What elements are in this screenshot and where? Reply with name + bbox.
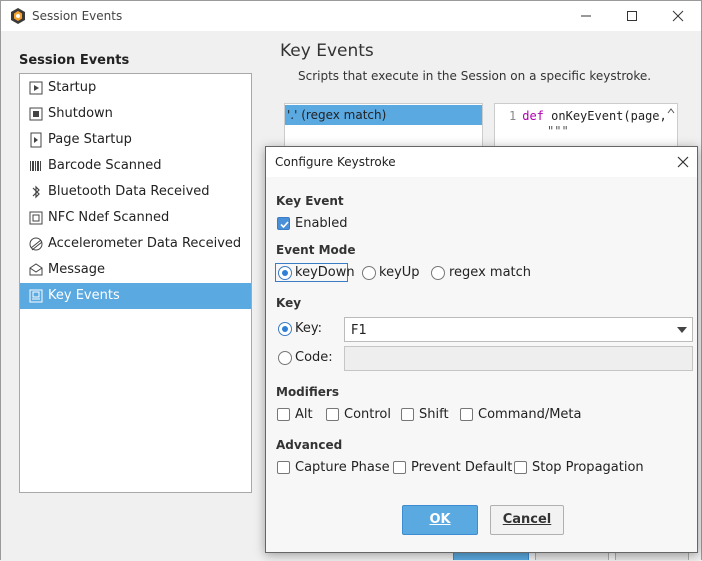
sidebar-item-bluetooth[interactable]: Bluetooth Data Received: [20, 179, 251, 205]
event-mode-section-label: Event Mode: [276, 243, 356, 257]
message-icon: [28, 262, 44, 278]
advanced-section-label: Advanced: [276, 438, 343, 452]
key-event-section-label: Key Event: [276, 194, 344, 208]
code-radio[interactable]: [278, 351, 292, 365]
sidebar-item-message[interactable]: Message: [20, 257, 251, 283]
maximize-button[interactable]: [609, 1, 655, 31]
sidebar-item-label: Bluetooth Data Received: [48, 184, 210, 199]
code-label: Code:: [295, 350, 333, 365]
dialog-title: Configure Keystroke: [275, 155, 396, 169]
ok-button[interactable]: OK: [402, 505, 478, 535]
startup-icon: [28, 80, 44, 96]
cancel-button[interactable]: Cancel: [490, 505, 564, 535]
shift-label: Shift: [419, 407, 449, 422]
stop-propagation-label: Stop Propagation: [532, 460, 644, 475]
command-meta-checkbox[interactable]: [460, 408, 473, 421]
code-line: """: [547, 124, 569, 138]
bluetooth-icon: [28, 184, 44, 200]
sidebar-item-key-events[interactable]: Key Events: [20, 283, 251, 309]
nfc-icon: [28, 210, 44, 226]
shutdown-icon: [28, 106, 44, 122]
chevron-down-icon: [677, 327, 687, 333]
sidebar-item-page-startup[interactable]: Page Startup: [20, 127, 251, 153]
alt-label: Alt: [295, 407, 313, 422]
enabled-checkbox[interactable]: [277, 217, 290, 230]
dialog-titlebar[interactable]: Configure Keystroke: [266, 147, 697, 177]
configure-keystroke-dialog: Configure Keystroke Key Event Enabled Ev…: [265, 146, 698, 553]
window-titlebar[interactable]: Session Events: [1, 1, 701, 31]
sidebar-item-shutdown[interactable]: Shutdown: [20, 101, 251, 127]
list-item[interactable]: '.' (regex match): [285, 105, 482, 125]
regex-match-label: regex match: [449, 265, 532, 280]
page-title: Key Events: [280, 41, 374, 61]
sidebar-title: Session Events: [19, 53, 130, 68]
sidebar-item-label: Shutdown: [48, 106, 113, 121]
ignition-app-icon: [10, 8, 26, 24]
session-events-list[interactable]: Startup Shutdown Page Startup Barcode Sc…: [19, 73, 252, 493]
prevent-default-label: Prevent Default: [411, 460, 513, 475]
control-label: Control: [344, 407, 391, 422]
page-startup-icon: [28, 132, 44, 148]
barcode-icon: [28, 158, 44, 174]
keyup-radio[interactable]: [362, 266, 376, 280]
key-select[interactable]: F1: [344, 317, 693, 342]
code-line: 1 def onKeyEvent(page,: [509, 109, 667, 123]
sidebar-item-label: Page Startup: [48, 132, 132, 147]
sidebar-item-startup[interactable]: Startup: [20, 75, 251, 101]
close-icon: [672, 10, 684, 22]
key-radio[interactable]: [278, 322, 292, 336]
sidebar-item-barcode-scanned[interactable]: Barcode Scanned: [20, 153, 251, 179]
sidebar-item-label: Key Events: [48, 288, 120, 303]
accelerometer-icon: [28, 236, 44, 252]
minimize-button[interactable]: [563, 1, 609, 31]
enabled-label: Enabled: [295, 216, 348, 231]
close-icon: [677, 156, 689, 168]
prevent-default-checkbox[interactable]: [393, 461, 406, 474]
sidebar-item-label: NFC Ndef Scanned: [48, 210, 170, 225]
key-select-value: F1: [351, 323, 367, 338]
modifiers-section-label: Modifiers: [276, 385, 339, 399]
command-meta-label: Command/Meta: [478, 407, 582, 422]
window-title: Session Events: [32, 9, 123, 23]
regex-match-radio[interactable]: [431, 266, 445, 280]
sidebar-item-nfc[interactable]: NFC Ndef Scanned: [20, 205, 251, 231]
keydown-radio[interactable]: [278, 266, 292, 280]
page-subtitle: Scripts that execute in the Session on a…: [298, 69, 652, 83]
sidebar-item-label: Accelerometer Data Received: [48, 236, 242, 251]
sidebar-item-label: Message: [48, 262, 105, 277]
dialog-close-button[interactable]: [674, 153, 692, 171]
key-events-icon: [28, 288, 44, 304]
keydown-label: keyDown: [295, 265, 355, 280]
sidebar-item-accelerometer[interactable]: Accelerometer Data Received: [20, 231, 251, 257]
sidebar-item-label: Startup: [48, 80, 97, 95]
capture-phase-label: Capture Phase: [295, 460, 390, 475]
key-label: Key:: [295, 321, 323, 336]
maximize-icon: [627, 11, 637, 21]
stop-propagation-checkbox[interactable]: [514, 461, 527, 474]
alt-checkbox[interactable]: [277, 408, 290, 421]
shift-checkbox[interactable]: [401, 408, 414, 421]
close-button[interactable]: [655, 1, 701, 31]
sidebar-item-label: Barcode Scanned: [48, 158, 162, 173]
control-checkbox[interactable]: [326, 408, 339, 421]
minimize-icon: [581, 15, 591, 17]
code-field[interactable]: [344, 346, 693, 371]
keyup-label: keyUp: [379, 265, 420, 280]
key-section-label: Key: [276, 296, 302, 310]
checkmark-icon: [280, 221, 289, 229]
capture-phase-checkbox[interactable]: [277, 461, 290, 474]
scroll-up-icon[interactable]: [665, 104, 677, 118]
